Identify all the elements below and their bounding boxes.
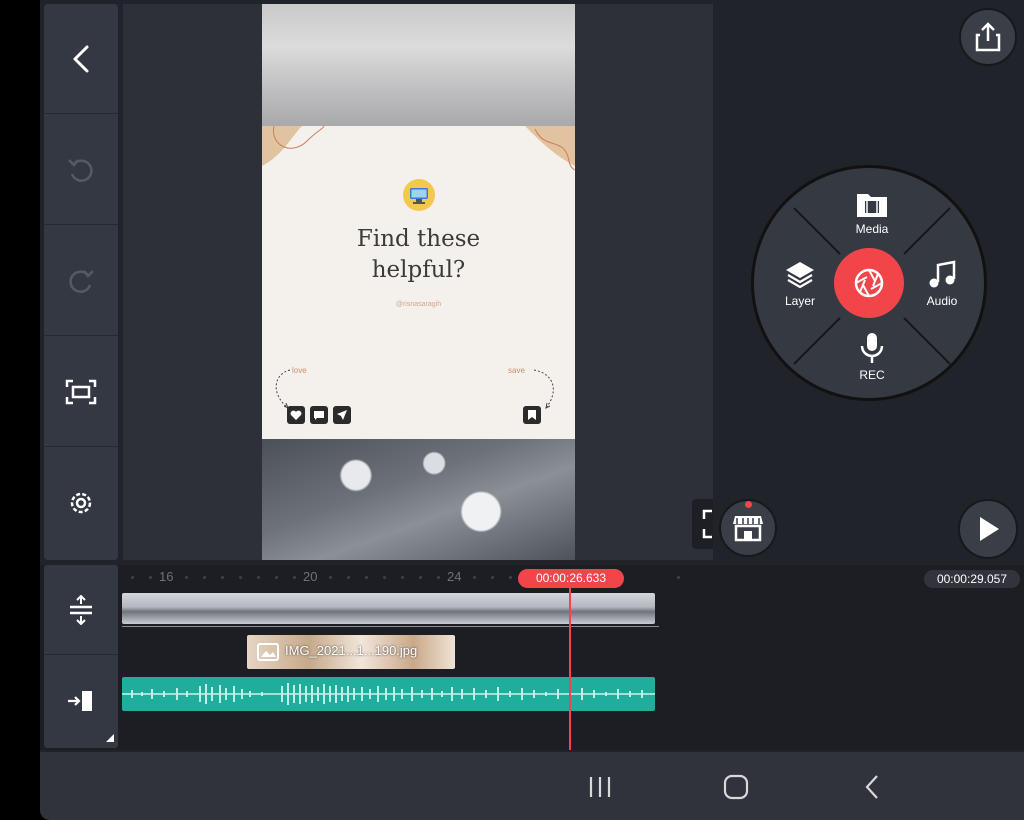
- media-label: Media: [855, 222, 889, 236]
- layer-label: Layer: [784, 294, 816, 308]
- timeline-tools: [44, 565, 118, 748]
- send-icon: [333, 406, 351, 424]
- recent-apps-icon: [589, 777, 611, 797]
- layer-button[interactable]: Layer: [765, 260, 835, 308]
- cloud-background: [262, 4, 575, 126]
- system-back-button[interactable]: [852, 772, 892, 802]
- audio-clip[interactable]: [122, 677, 655, 711]
- jump-to-end-button[interactable]: [44, 656, 118, 746]
- corner-indicator-icon: [106, 734, 114, 742]
- timeline[interactable]: 16 20 24 00:00:26.633 00:00:29.057 IMG_2…: [40, 565, 1024, 750]
- card-handle: @risnasaragih: [395, 301, 442, 308]
- microphone-icon: [860, 333, 884, 363]
- playhead-time: 00:00:26.633: [518, 569, 624, 588]
- audio-label: Audio: [926, 294, 958, 308]
- total-duration: 00:00:29.057: [924, 570, 1020, 588]
- image-clip[interactable]: IMG_2021...1...190.jpg: [247, 635, 455, 669]
- track-height-button[interactable]: [44, 565, 118, 655]
- redo-icon: [69, 269, 94, 293]
- bookmark-icon: [523, 406, 541, 424]
- system-navigation-bar: [40, 752, 1024, 820]
- decorative-blob-left: [262, 126, 325, 166]
- media-wheel: Media Layer Audio REC: [751, 165, 987, 401]
- rec-label: REC: [859, 368, 885, 382]
- audio-button[interactable]: Audio: [907, 260, 977, 308]
- tick-label: 16: [159, 569, 174, 584]
- store-icon: [733, 516, 763, 542]
- video-clip[interactable]: [122, 593, 655, 624]
- fullscreen-icon: [702, 509, 712, 539]
- camera-shutter-icon: [854, 268, 884, 298]
- screen-capture-icon: [65, 379, 97, 404]
- left-toolbar: [44, 4, 118, 560]
- play-icon: [980, 517, 999, 541]
- save-label: save: [508, 366, 525, 375]
- card-title: Find these helpful?: [356, 226, 481, 283]
- home-button[interactable]: [716, 772, 756, 802]
- camera-capture-button[interactable]: [834, 248, 904, 318]
- kinemaster-editor: Find these helpful? @risnasaragih love s…: [40, 0, 1024, 820]
- music-note-icon: [929, 260, 956, 288]
- undo-icon: [68, 158, 93, 182]
- preview-frame: Find these helpful? @risnasaragih love s…: [262, 4, 575, 560]
- rec-button[interactable]: REC: [837, 332, 907, 382]
- jump-to-end-icon: [68, 691, 92, 711]
- fullscreen-button[interactable]: [692, 499, 713, 549]
- heart-icon: [287, 406, 305, 424]
- recent-apps-button[interactable]: [580, 772, 620, 802]
- back-arrow-icon: [73, 45, 89, 72]
- system-back-icon: [865, 775, 878, 799]
- video-preview[interactable]: Find these helpful? @risnasaragih love s…: [123, 4, 713, 560]
- video-track-underline: [122, 626, 659, 627]
- layer-icon: [786, 262, 814, 289]
- decorative-blob-right: [525, 126, 575, 171]
- media-folder-icon: [857, 194, 887, 217]
- play-button[interactable]: [958, 499, 1018, 559]
- tick-label: 20: [303, 569, 318, 584]
- image-clip-icon: [257, 643, 279, 661]
- tick-label: 24: [447, 569, 462, 584]
- settings-button[interactable]: [44, 448, 118, 558]
- settings-gear-icon: [70, 492, 92, 514]
- audio-waveform: [122, 683, 655, 705]
- back-button[interactable]: [44, 4, 118, 114]
- notification-dot: [745, 501, 752, 508]
- share-icon: [975, 22, 1001, 52]
- redo-button[interactable]: [44, 226, 118, 336]
- snow-mountain-background: [262, 439, 575, 560]
- playhead[interactable]: [569, 587, 571, 750]
- media-button[interactable]: Media: [837, 190, 907, 236]
- comment-icon: [310, 406, 328, 424]
- expand-tracks-icon: [70, 594, 92, 625]
- screen-capture-button[interactable]: [44, 337, 118, 447]
- image-clip-label: IMG_2021...1...190.jpg: [285, 643, 418, 658]
- home-icon: [723, 774, 749, 800]
- share-button[interactable]: [959, 8, 1017, 66]
- overlay-card: Find these helpful? @risnasaragih love s…: [262, 126, 575, 439]
- computer-icon: [403, 179, 435, 211]
- undo-button[interactable]: [44, 115, 118, 225]
